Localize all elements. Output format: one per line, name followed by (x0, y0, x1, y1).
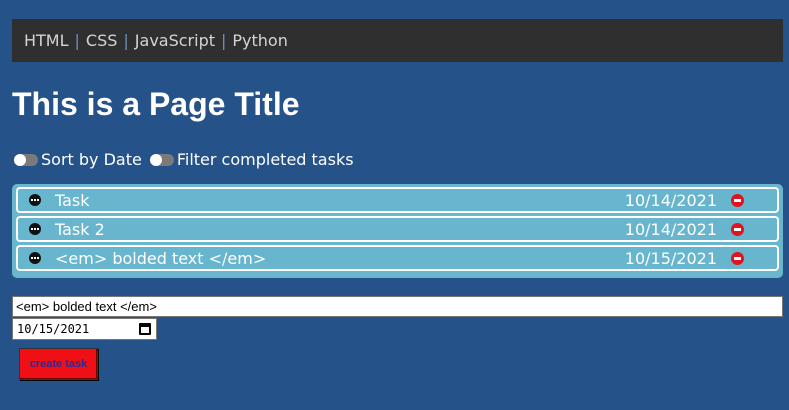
filter-completed-label: Filter completed tasks (176, 150, 354, 169)
create-task-button[interactable]: create task (19, 348, 98, 380)
task-item[interactable]: <em> bolded text </em> 10/15/2021 (16, 245, 779, 271)
task-date: 10/14/2021 (624, 190, 717, 210)
task-text-input[interactable] (12, 296, 783, 317)
task-name: Task (55, 190, 90, 210)
task-name: Task 2 (55, 219, 105, 239)
more-icon[interactable] (29, 252, 41, 264)
nav-link-css[interactable]: CSS (86, 31, 117, 50)
date-value: 10/15/2021 (17, 322, 90, 336)
more-icon[interactable] (29, 223, 41, 235)
task-item[interactable]: Task 2 10/14/2021 (16, 216, 779, 242)
nav-link-python[interactable]: Python (232, 31, 287, 50)
nav-link-html[interactable]: HTML (24, 31, 69, 50)
task-name: <em> bolded text </em> (55, 248, 267, 268)
calendar-icon[interactable] (139, 323, 151, 335)
nav-separator: | (123, 31, 129, 50)
remove-icon[interactable] (731, 222, 744, 236)
toggle-switch-icon[interactable] (149, 153, 174, 166)
nav-separator: | (74, 31, 80, 50)
remove-icon[interactable] (731, 193, 744, 207)
sort-by-date-label: Sort by Date (41, 150, 142, 169)
nav-link-javascript[interactable]: JavaScript (135, 31, 215, 50)
toggle-bar: Sort by Date Filter completed tasks (14, 150, 354, 169)
task-date: 10/15/2021 (624, 248, 717, 268)
nav-separator: | (221, 31, 227, 50)
top-nav: HTML | CSS | JavaScript | Python (12, 19, 783, 62)
more-icon[interactable] (29, 194, 41, 206)
sort-by-date-toggle[interactable]: Sort by Date (14, 150, 142, 169)
remove-icon[interactable] (731, 251, 744, 265)
task-item[interactable]: Task 10/14/2021 (16, 187, 779, 213)
page-title: This is a Page Title (12, 86, 300, 122)
filter-completed-toggle[interactable]: Filter completed tasks (149, 150, 354, 169)
task-date-input[interactable]: 10/15/2021 (12, 318, 157, 340)
task-date: 10/14/2021 (624, 219, 717, 239)
toggle-switch-icon[interactable] (14, 153, 38, 166)
task-list: Task 10/14/2021 Task 2 10/14/2021 <em> b… (12, 184, 783, 278)
